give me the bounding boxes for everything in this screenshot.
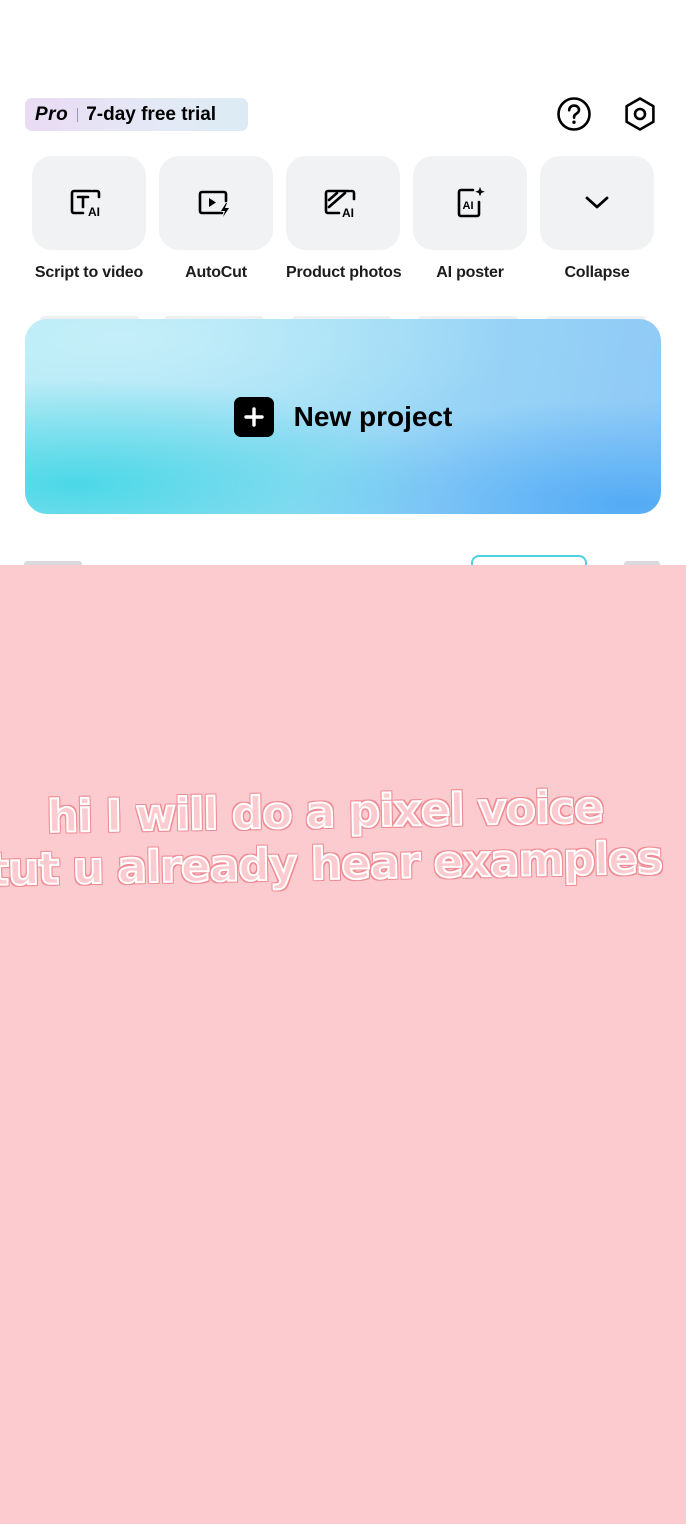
tool-script-to-video[interactable]: AI Script to video [32, 156, 146, 282]
ai-poster-icon[interactable]: AI [413, 156, 527, 250]
tool-label: AutoCut [185, 264, 247, 281]
new-project-label: New project [293, 400, 453, 432]
script-ai-icon[interactable]: AI [32, 156, 146, 250]
tool-autocut[interactable]: AutoCut [159, 156, 273, 282]
settings-icon[interactable] [622, 96, 658, 132]
tool-label: Collapse [564, 264, 630, 281]
new-project-button[interactable]: New project [25, 319, 661, 514]
pro-trial-badge[interactable]: Pro 7-day free trial [25, 98, 248, 131]
tool-collapse[interactable]: Collapse [540, 156, 654, 282]
trial-label: 7-day free trial [86, 103, 217, 125]
pro-label: Pro [35, 103, 69, 125]
chevron-down-icon[interactable] [540, 156, 654, 250]
caption-line-2: tut u already hear examples [0, 832, 663, 897]
tool-label: Product photos [286, 264, 402, 281]
svg-text:AI: AI [463, 200, 474, 212]
pink-overlay: hi I will do a pixel voice tut u already… [0, 565, 686, 1524]
autocut-icon[interactable] [159, 156, 273, 250]
product-photo-ai-icon[interactable]: AI [286, 156, 400, 250]
svg-text:AI: AI [88, 205, 100, 219]
tool-ai-poster[interactable]: AI AI poster [413, 156, 527, 282]
tool-product-photos[interactable]: AI Product photos [286, 156, 402, 282]
svg-text:AI: AI [342, 206, 354, 219]
divider [77, 107, 79, 122]
plus-icon [233, 396, 274, 437]
help-icon[interactable] [556, 96, 592, 132]
tool-label: Script to video [34, 264, 144, 281]
tool-label: AI poster [436, 264, 504, 281]
